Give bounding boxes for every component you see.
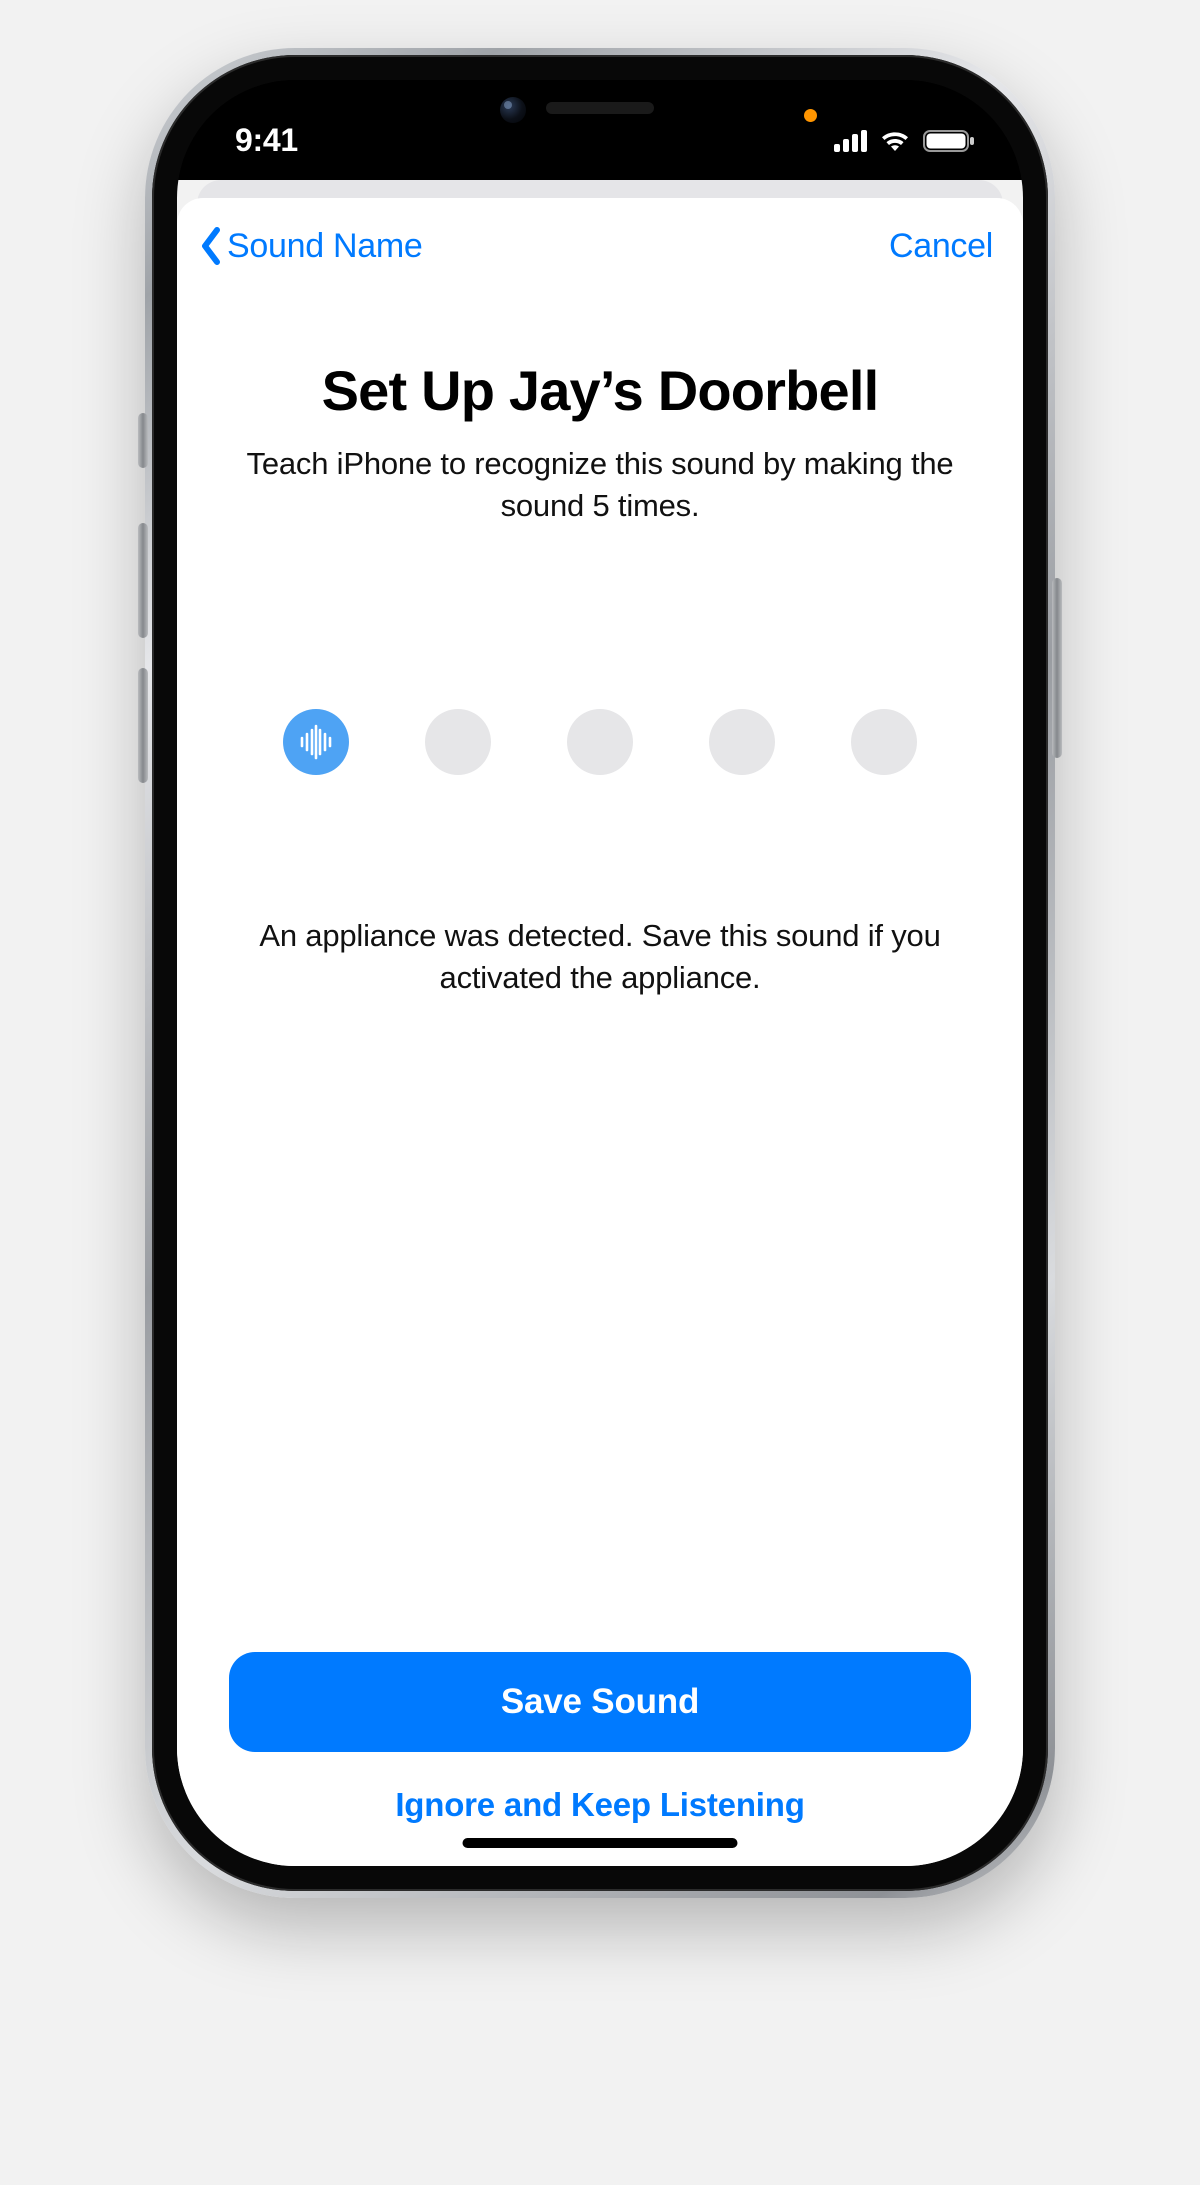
waveform-icon [297,723,335,761]
status-time: 9:41 [235,122,298,159]
page-title: Set Up Jay’s Doorbell [322,358,879,423]
progress-dot-1-active [283,709,349,775]
cancel-button-label: Cancel [889,227,993,265]
volume-down-button[interactable] [138,668,148,783]
content: Set Up Jay’s Doorbell Teach iPhone to re… [177,276,1023,1866]
front-camera [500,97,526,123]
bottom-actions: Save Sound Ignore and Keep Listening [225,1652,975,1866]
page-subtitle: Teach iPhone to recognize this sound by … [225,443,975,527]
save-sound-button-label: Save Sound [501,1682,699,1721]
progress-dot-3 [567,709,633,775]
cellular-signal-icon [834,130,867,152]
chevron-left-icon [199,226,223,266]
cancel-button[interactable]: Cancel [889,227,993,266]
back-button-label: Sound Name [227,227,422,266]
save-sound-button[interactable]: Save Sound [229,1652,971,1752]
screen: 9:41 [177,80,1023,1866]
notch [415,80,785,142]
wifi-icon [879,129,911,153]
iphone-device-frame: 9:41 [145,48,1055,1898]
silent-switch[interactable] [138,413,148,468]
status-right [834,129,975,153]
progress-dot-5 [851,709,917,775]
battery-icon [923,129,975,153]
power-button[interactable] [1052,578,1062,758]
progress-dot-2 [425,709,491,775]
volume-up-button[interactable] [138,523,148,638]
app-background: Sound Name Cancel Set Up Jay’s Doorbell … [177,180,1023,1866]
microphone-indicator-dot [804,109,817,122]
ignore-keep-listening-button[interactable]: Ignore and Keep Listening [395,1786,804,1824]
detection-message: An appliance was detected. Save this sou… [225,915,975,999]
back-button[interactable]: Sound Name [199,226,422,266]
ignore-keep-listening-label: Ignore and Keep Listening [395,1786,804,1823]
speaker-slit [546,102,654,114]
modal-sheet: Sound Name Cancel Set Up Jay’s Doorbell … [177,198,1023,1866]
home-indicator[interactable] [463,1838,738,1848]
nav-bar: Sound Name Cancel [177,198,1023,276]
progress-dots [283,709,917,775]
progress-dot-4 [709,709,775,775]
